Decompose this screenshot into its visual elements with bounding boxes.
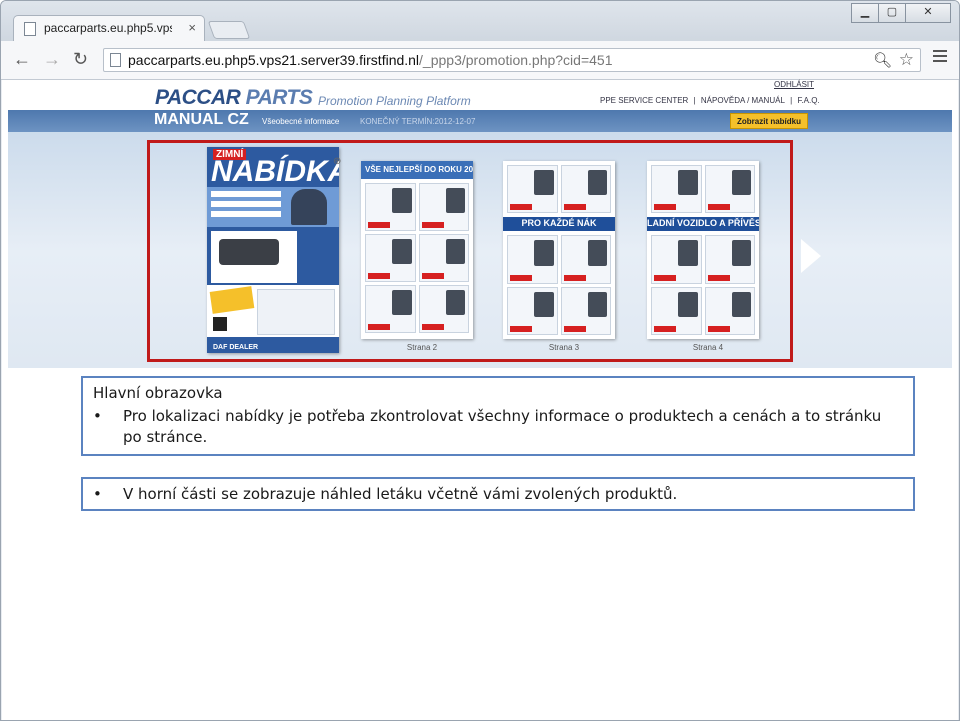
site-header: PACCAR PARTS Promotion Planning Platform… — [8, 80, 952, 110]
bullet-line-1: Pro lokalizaci nabídky je potřeba zkontr… — [123, 407, 882, 425]
page-label-3: Strana 3 — [548, 343, 580, 352]
bullet-dot: • — [93, 485, 102, 503]
page4-top-grid — [651, 165, 755, 213]
minimize-icon[interactable]: ▁ — [851, 3, 879, 23]
leaflet-page-2[interactable]: VŠE NEJLEPŠÍ DO ROKU 2013 — [361, 161, 473, 339]
general-info-link[interactable]: Všeobecné informace — [262, 117, 339, 126]
manual-title: MANUAL CZ — [154, 111, 249, 128]
leaflet-page-4[interactable]: LADNÍ VOZIDLO A PŘÍVĚS — [647, 161, 759, 339]
menu-icon[interactable] — [933, 50, 947, 65]
cover-hero — [207, 187, 339, 227]
magnifier-icon[interactable]: ⊕ — [333, 156, 345, 168]
browser-tab[interactable]: paccarparts.eu.php5.vps21 × — [13, 15, 205, 41]
forward-arrow-icon[interactable]: → — [43, 49, 61, 70]
header-links: PPE SERVICE CENTER | NÁPOVĚDA / MANUÁL |… — [600, 96, 823, 105]
bookmark-star-icon[interactable]: ☆ — [899, 50, 914, 70]
address-bar[interactable]: paccarparts.eu.php5.vps21.server39.first… — [103, 48, 921, 72]
bullet-text: Pro lokalizaci nabídky je potřeba zkontr… — [123, 406, 903, 448]
cover-lower-area — [207, 285, 339, 337]
link-help-manual[interactable]: NÁPOVĚDA / MANUÁL — [701, 96, 785, 105]
browser-toolbar: ← → ↻ paccarparts.eu.php5.vps21.server39… — [1, 41, 959, 80]
cover-product-box — [211, 231, 297, 283]
page2-grid — [365, 183, 469, 333]
deadline-text: KONEČNÝ TERMÍN:2012-12-07 — [360, 117, 476, 126]
cover-footer: DAF DEALER — [213, 344, 259, 351]
bullet-dot: • — [93, 407, 102, 425]
back-arrow-icon[interactable]: ← — [13, 49, 31, 70]
new-tab-button[interactable] — [207, 21, 251, 39]
title-bar: MANUAL CZ Všeobecné informace KONEČNÝ TE… — [8, 110, 952, 132]
url-path: /_ppp3/promotion.php?cid=451 — [419, 52, 613, 68]
leaflet-cover-page[interactable]: ZIMNÍ NABÍDKA DAF DEALER — [207, 147, 339, 353]
bullet-text: V horní části se zobrazuje náhled letáku… — [123, 485, 678, 503]
main-screen-callout: Hlavní obrazovka • Pro lokalizaci nabídk… — [81, 376, 915, 456]
link-separator: | — [790, 96, 793, 105]
zoom-icon[interactable]: 🔍︎ — [873, 51, 892, 69]
page-label-4: Strana 4 — [692, 343, 724, 352]
tab-title: paccarparts.eu.php5.vps21 — [44, 21, 172, 35]
page3-top-grid — [507, 165, 611, 213]
preview-callout: • V horní části se zobrazuje náhled letá… — [81, 477, 915, 511]
page2-head: VŠE NEJLEPŠÍ DO ROKU 2013 — [365, 165, 473, 174]
reload-icon[interactable]: ↻ — [73, 49, 88, 70]
page-label-2: Strana 2 — [406, 343, 438, 352]
bullet-line-2: po stránce. — [123, 428, 208, 446]
url-host: paccarparts.eu.php5.vps21.server39.first… — [128, 52, 420, 68]
window-controls: ▁ ▢ ✕ — [851, 3, 951, 23]
page3-banner: PRO KAŽDÉ NÁK — [521, 218, 597, 228]
url-text: paccarparts.eu.php5.vps21.server39.first… — [128, 52, 612, 68]
page4-grid — [651, 235, 755, 335]
paccar-parts-logo[interactable]: PACCAR PARTS — [155, 86, 313, 110]
link-separator: | — [693, 96, 696, 105]
tab-strip: paccarparts.eu.php5.vps21 × ▁ ▢ ✕ — [1, 1, 959, 41]
cover-title: NABÍDKA — [211, 155, 339, 188]
tab-close-icon[interactable]: × — [188, 20, 196, 35]
logo-paccar: PACCAR — [155, 86, 241, 109]
page3-grid — [507, 235, 611, 335]
page-icon — [110, 53, 121, 67]
page4-banner: LADNÍ VOZIDLO A PŘÍVĚS — [647, 218, 759, 228]
logo-parts: PARTS — [245, 86, 313, 109]
page-favicon-icon — [24, 22, 36, 36]
close-icon[interactable]: ✕ — [905, 3, 951, 23]
link-faq[interactable]: F.A.Q. — [797, 96, 819, 105]
callout-title: Hlavní obrazovka — [93, 384, 223, 402]
show-offer-button[interactable]: Zobrazit nabídku — [730, 113, 808, 129]
browser-window: paccarparts.eu.php5.vps21 × ▁ ▢ ✕ ← → ↻ … — [0, 0, 960, 721]
link-ppe-service-center[interactable]: PPE SERVICE CENTER — [600, 96, 688, 105]
next-page-arrow-icon[interactable] — [801, 239, 821, 273]
tagline: Promotion Planning Platform — [318, 94, 471, 108]
restore-icon[interactable]: ▢ — [878, 3, 906, 23]
leaflet-page-3[interactable]: PRO KAŽDÉ NÁK — [503, 161, 615, 339]
logout-link[interactable]: ODHLÁSIT — [774, 80, 814, 89]
